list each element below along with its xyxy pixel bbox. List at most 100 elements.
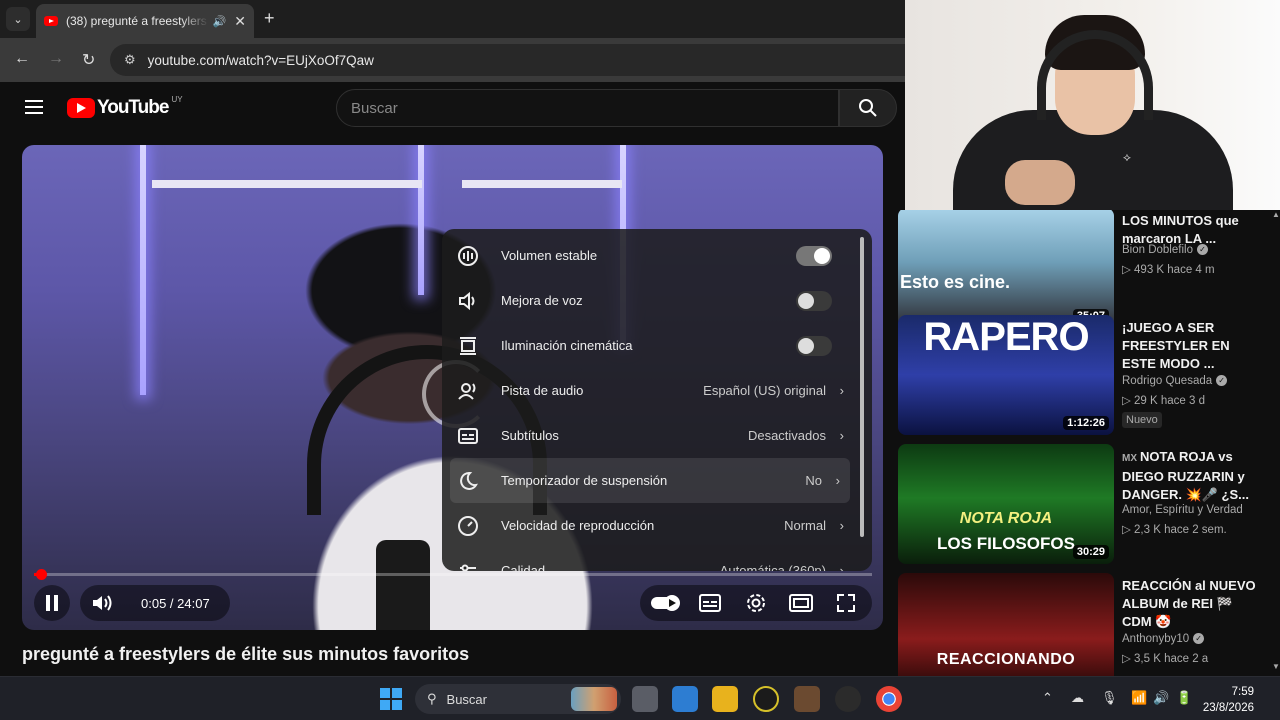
wifi-icon[interactable]: 📶 <box>1131 690 1147 706</box>
shelf <box>152 180 422 188</box>
autoplay-icon <box>651 595 680 611</box>
settings-button[interactable] <box>738 585 774 621</box>
video-thumbnail[interactable]: RAPERO 1:12:26 <box>898 315 1114 435</box>
scroll-down-icon[interactable]: ▼ <box>1272 662 1280 671</box>
menu-item-voice-boost[interactable]: Mejora de voz <box>442 278 862 323</box>
game-icon[interactable] <box>794 686 820 712</box>
menu-item-quality[interactable]: Calidad Automática (360p) › <box>442 548 862 571</box>
subtitles-button[interactable] <box>692 585 728 621</box>
scrubber-handle[interactable] <box>36 569 47 580</box>
recommendation-title[interactable]: MX NOTA ROJA vs DIEGO RUZZARIN y DANGER. … <box>1122 448 1262 504</box>
back-arrow-icon[interactable]: ← <box>14 50 30 68</box>
video-thumbnail[interactable]: REACCIONANDO <box>898 573 1114 676</box>
menu-value: No <box>805 473 822 488</box>
shirt-logo-icon: ⟡ <box>1123 150 1131 164</box>
menu-value: Desactivados <box>747 428 826 443</box>
search-icon <box>859 99 877 117</box>
channel-name[interactable]: Bion Doblefilo ✓ <box>1122 244 1208 256</box>
recommendation-item[interactable]: Esto es cine. 35:07 LOS MINUTOS que marc… <box>898 210 1273 330</box>
quality-icon <box>456 559 480 571</box>
subtitles-icon <box>456 424 480 448</box>
mute-button[interactable] <box>84 585 120 621</box>
tab-close-icon[interactable]: ✕ <box>234 13 246 30</box>
video-meta: ▷ 493 K hace 4 m <box>1122 264 1215 276</box>
taskbar: ⚲ Buscar ⌃ ☁ 🎙 📶 🔊 🔋 7:59 23/8/2026 <box>0 676 1280 720</box>
voice-boost-toggle[interactable] <box>796 290 832 311</box>
theater-mode-icon <box>789 594 813 612</box>
windows-start-icon[interactable] <box>378 686 404 712</box>
forward-arrow-icon[interactable]: → <box>48 50 64 68</box>
recommendation-item[interactable]: RAPERO 1:12:26 ¡JUEGO A SER FREESTYLER E… <box>898 315 1273 437</box>
menu-label: Subtítulos <box>501 428 559 443</box>
search-input[interactable]: Buscar <box>336 89 839 127</box>
youtube-header: YouTube UY Buscar <box>0 82 905 134</box>
progress-bar[interactable] <box>34 569 872 580</box>
youtube-favicon-icon <box>44 16 58 26</box>
video-meta: ▷ 29 K hace 3 d <box>1122 395 1206 407</box>
onedrive-icon[interactable]: ☁ <box>1071 690 1084 706</box>
task-view-icon[interactable] <box>632 686 658 712</box>
browser-toolbar: ← → ↻ ⚙ youtube.com/watch?v=EUjXoOf7Qaw <box>0 38 905 82</box>
clock-date: 23/8/2026 <box>1202 702 1254 714</box>
video-thumbnail[interactable]: NOTA ROJA LOS FILOSOFOS 30:29 <box>898 444 1114 564</box>
chevron-up-icon[interactable]: ⌃ <box>1042 690 1053 706</box>
menu-icon[interactable] <box>25 100 43 114</box>
ambient-mode-toggle[interactable] <box>796 335 832 356</box>
menu-label: Iluminación cinemática <box>501 338 633 353</box>
menu-label: Calidad <box>501 563 546 571</box>
app-record-icon[interactable] <box>835 686 861 712</box>
chrome-icon[interactable] <box>876 686 902 712</box>
chevron-right-icon: › <box>839 518 844 533</box>
menu-item-ambient-mode[interactable]: Iluminación cinemática <box>442 323 862 368</box>
new-tab-button[interactable]: + <box>264 8 275 29</box>
video-thumbnail[interactable]: Esto es cine. 35:07 <box>898 210 1114 328</box>
tab-audio-icon[interactable]: 🔊 <box>213 15 227 28</box>
obs-icon[interactable] <box>753 686 779 712</box>
pause-icon <box>46 595 58 611</box>
pause-button[interactable] <box>34 585 70 621</box>
sidebar-scrollbar[interactable]: ▲ ▼ <box>1272 210 1280 676</box>
channel-name[interactable]: Anthonyby10 ✓ <box>1122 633 1205 645</box>
verified-icon: ✓ <box>1216 375 1228 387</box>
video-player[interactable]: Volumen estable Mejora de voz Iluminació… <box>22 145 883 630</box>
search-button[interactable] <box>839 89 897 127</box>
voice-boost-icon <box>456 289 480 313</box>
audio-track-icon <box>456 379 480 403</box>
site-info-icon[interactable]: ⚙ <box>124 52 136 68</box>
microphone-icon[interactable]: 🎙 <box>1101 690 1118 706</box>
channel-name[interactable]: Amor, Espíritu y Verdad <box>1122 504 1243 516</box>
store-icon[interactable] <box>672 686 698 712</box>
flag-label: MX <box>1122 453 1137 464</box>
gear-icon <box>747 594 765 612</box>
fullscreen-button[interactable] <box>828 585 864 621</box>
captions-icon <box>699 594 721 612</box>
recommendation-title[interactable]: REACCIÓN al NUEVO ALBUM de REI 🏁 CDM 🤡 <box>1122 577 1262 631</box>
recommendation-item[interactable]: REACCIONANDO REACCIÓN al NUEVO ALBUM de … <box>898 573 1273 676</box>
menu-item-stable-volume[interactable]: Volumen estable <box>442 233 862 278</box>
recommendation-title[interactable]: ¡JUEGO A SER FREESTYLER EN ESTE MODO ... <box>1122 319 1262 373</box>
recommendation-item[interactable]: NOTA ROJA LOS FILOSOFOS 30:29 MX NOTA ROJ… <box>898 444 1273 566</box>
scroll-up-icon[interactable]: ▲ <box>1272 210 1280 219</box>
browser-tab-active[interactable]: (38) pregunté a freestylers de élite sus… <box>36 4 254 38</box>
autoplay-toggle[interactable] <box>648 585 684 621</box>
menu-item-playback-speed[interactable]: Velocidad de reproducción Normal › <box>442 503 862 548</box>
menu-item-audio-track[interactable]: Pista de audio Español (US) original › <box>442 368 862 413</box>
taskbar-clock[interactable]: 7:59 23/8/2026 <box>1203 684 1254 716</box>
menu-item-sleep-timer[interactable]: Temporizador de suspensión No › <box>450 458 850 503</box>
taskbar-search[interactable]: ⚲ Buscar <box>415 684 621 714</box>
youtube-logo[interactable]: YouTube UY <box>67 95 183 119</box>
menu-item-subtitles[interactable]: Subtítulos Desactivados › <box>442 413 862 458</box>
address-bar[interactable]: ⚙ youtube.com/watch?v=EUjXoOf7Qaw <box>110 44 905 76</box>
theater-mode-button[interactable] <box>783 585 819 621</box>
tab-search-button[interactable]: ⌄ <box>6 7 30 31</box>
reload-icon[interactable]: ↻ <box>82 50 95 70</box>
menu-label: Temporizador de suspensión <box>501 473 668 488</box>
recommendations-sidebar: Esto es cine. 35:07 LOS MINUTOS que marc… <box>898 210 1280 676</box>
recommendation-title[interactable]: LOS MINUTOS que marcaron LA ... <box>1122 212 1262 248</box>
channel-name[interactable]: Rodrigo Quesada ✓ <box>1122 375 1228 387</box>
stable-volume-toggle[interactable] <box>796 245 832 266</box>
battery-icon[interactable]: 🔋 <box>1176 690 1192 706</box>
menu-label: Mejora de voz <box>501 293 583 308</box>
speaker-icon[interactable]: 🔊 <box>1153 690 1169 706</box>
file-explorer-icon[interactable] <box>712 686 738 712</box>
